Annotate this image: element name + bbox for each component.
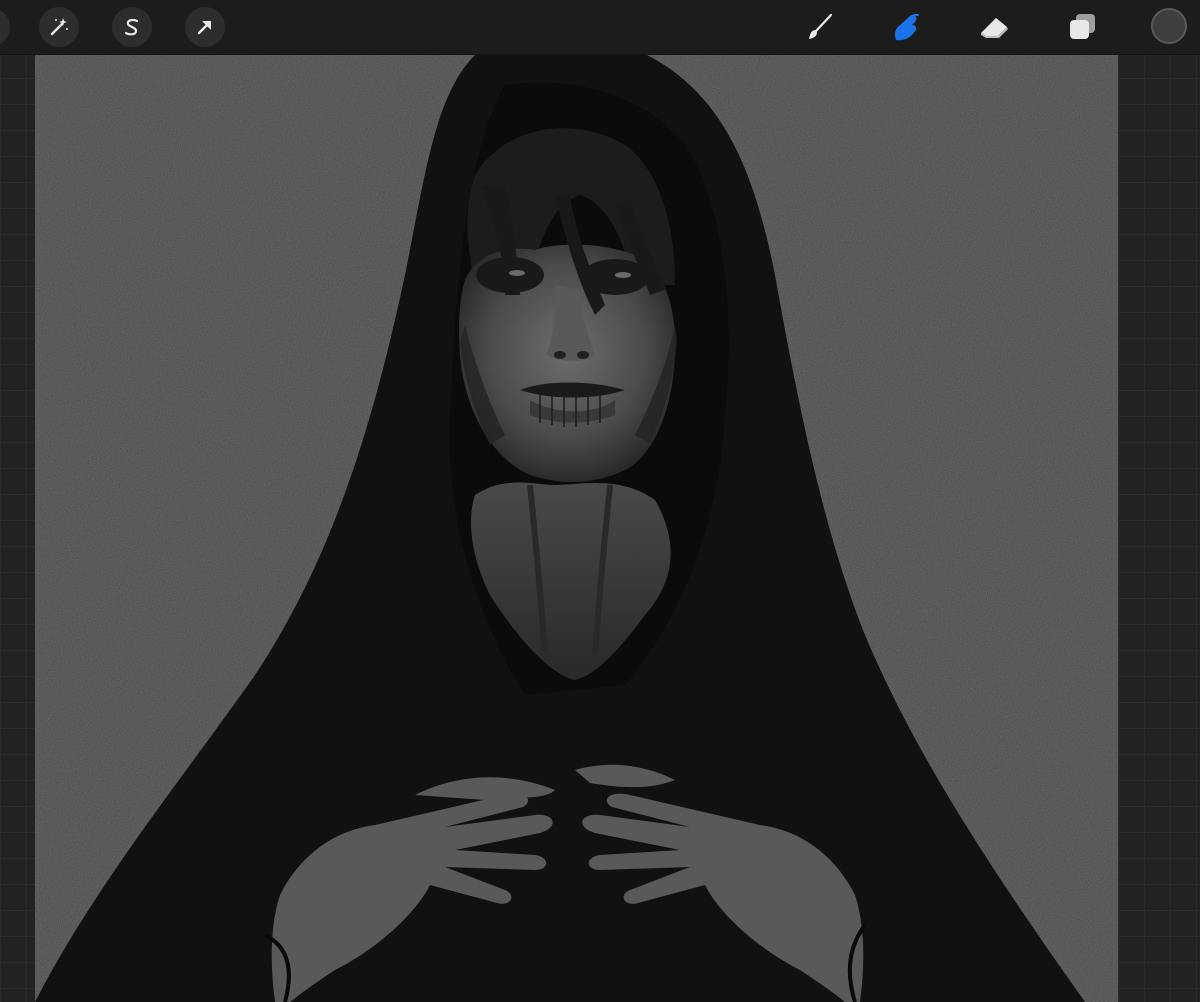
smudge-button[interactable]: [886, 7, 926, 47]
gallery-button[interactable]: [0, 9, 10, 45]
adjustments-button[interactable]: [39, 7, 79, 47]
eraser-icon: [977, 12, 1011, 42]
transform-button[interactable]: [185, 7, 225, 47]
color-picker-button[interactable]: [1151, 8, 1187, 44]
smudge-finger-icon: [890, 12, 922, 42]
layers-icon: [1066, 11, 1098, 43]
selection-s-icon: [121, 16, 143, 38]
procreate-app: [0, 0, 1200, 1002]
brush-icon: [804, 12, 834, 42]
top-toolbar: [0, 0, 1200, 55]
magic-wand-icon: [48, 16, 70, 38]
arrow-cursor-icon: [194, 16, 216, 38]
drawing-canvas[interactable]: [35, 55, 1118, 1002]
selection-button[interactable]: [112, 7, 152, 47]
hooded-figure-artwork: [35, 55, 1118, 1002]
layers-button[interactable]: [1062, 7, 1102, 47]
brush-button[interactable]: [799, 7, 839, 47]
eraser-button[interactable]: [974, 7, 1014, 47]
